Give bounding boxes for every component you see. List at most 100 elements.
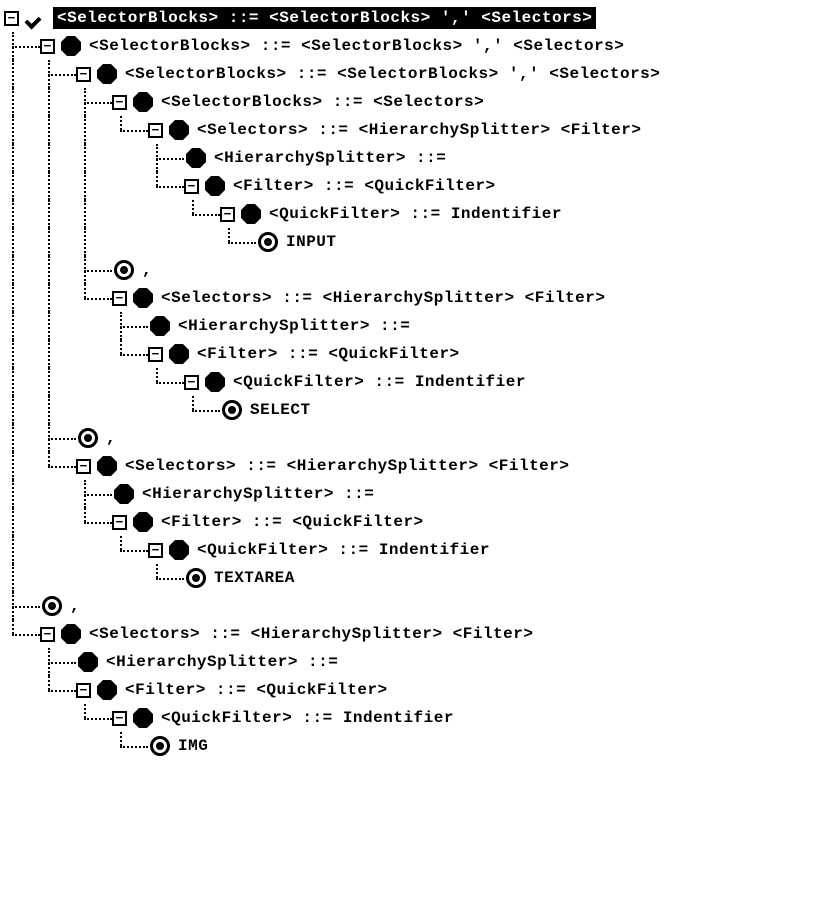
terminal-icon xyxy=(186,568,206,588)
tree-guide xyxy=(4,396,40,424)
rule-icon xyxy=(97,64,117,84)
rule-icon xyxy=(61,624,81,644)
tree-guide xyxy=(148,228,184,256)
terminal-icon xyxy=(150,736,170,756)
collapse-button[interactable] xyxy=(4,11,19,26)
tree-row[interactable]: <Selectors> ::= <HierarchySplitter> <Fil… xyxy=(4,284,839,312)
collapse-button[interactable] xyxy=(184,375,199,390)
tree-row[interactable]: <QuickFilter> ::= Indentifier xyxy=(4,704,839,732)
tree-guide xyxy=(220,228,256,256)
tree-guide xyxy=(76,368,112,396)
tree-row[interactable]: , xyxy=(4,592,839,620)
tree-row[interactable]: <HierarchySplitter> ::= xyxy=(4,648,839,676)
rule-icon xyxy=(97,456,117,476)
tree-guide xyxy=(148,368,184,396)
tree-row[interactable]: <QuickFilter> ::= Indentifier xyxy=(4,200,839,228)
node-label: <SelectorBlocks> ::= <Selectors> xyxy=(159,91,486,113)
tree-row[interactable]: <Filter> ::= <QuickFilter> xyxy=(4,676,839,704)
tree-guide xyxy=(76,88,112,116)
tree-guide xyxy=(4,648,40,676)
tree-guide xyxy=(40,536,76,564)
tree-row[interactable]: SELECT xyxy=(4,396,839,424)
rule-icon xyxy=(97,680,117,700)
collapse-button[interactable] xyxy=(76,67,91,82)
tree-row[interactable]: <SelectorBlocks> ::= <SelectorBlocks> ',… xyxy=(4,4,839,32)
tree-guide xyxy=(76,228,112,256)
rule-icon xyxy=(169,540,189,560)
tree-row[interactable]: <HierarchySplitter> ::= xyxy=(4,144,839,172)
tree-row[interactable]: <SelectorBlocks> ::= <Selectors> xyxy=(4,88,839,116)
tree-row[interactable]: <Filter> ::= <QuickFilter> xyxy=(4,172,839,200)
node-label: <HierarchySplitter> ::= xyxy=(104,651,340,673)
tree-guide xyxy=(184,228,220,256)
tree-row[interactable]: INPUT xyxy=(4,228,839,256)
collapse-button[interactable] xyxy=(148,543,163,558)
tree-guide xyxy=(4,116,40,144)
tree-guide xyxy=(4,172,40,200)
collapse-button[interactable] xyxy=(112,291,127,306)
rule-icon xyxy=(169,344,189,364)
tree-guide xyxy=(4,88,40,116)
tree-row[interactable]: <QuickFilter> ::= Indentifier xyxy=(4,368,839,396)
collapse-button[interactable] xyxy=(112,711,127,726)
node-label: , xyxy=(140,259,154,281)
tree-guide xyxy=(4,284,40,312)
collapse-button[interactable] xyxy=(112,515,127,530)
tree-row[interactable]: <SelectorBlocks> ::= <SelectorBlocks> ',… xyxy=(4,32,839,60)
terminal-icon xyxy=(78,428,98,448)
tree-row[interactable]: <HierarchySplitter> ::= xyxy=(4,480,839,508)
tree-row[interactable]: <HierarchySplitter> ::= xyxy=(4,312,839,340)
tree-row[interactable]: <Selectors> ::= <HierarchySplitter> <Fil… xyxy=(4,620,839,648)
collapse-button[interactable] xyxy=(184,179,199,194)
tree-row[interactable]: , xyxy=(4,424,839,452)
tree-guide xyxy=(4,508,40,536)
tree-row[interactable]: <QuickFilter> ::= Indentifier xyxy=(4,536,839,564)
tree-guide xyxy=(76,172,112,200)
node-label: <Filter> ::= <QuickFilter> xyxy=(231,175,498,197)
collapse-button[interactable] xyxy=(40,39,55,54)
tree-guide xyxy=(40,284,76,312)
tree-row[interactable]: <Filter> ::= <QuickFilter> xyxy=(4,340,839,368)
rule-icon xyxy=(169,120,189,140)
tree-guide xyxy=(76,116,112,144)
tree-guide xyxy=(40,424,76,452)
tree-row[interactable]: TEXTAREA xyxy=(4,564,839,592)
tree-guide xyxy=(184,396,220,424)
collapse-button[interactable] xyxy=(40,627,55,642)
tree-guide xyxy=(76,284,112,312)
tree-guide xyxy=(40,88,76,116)
collapse-button[interactable] xyxy=(76,459,91,474)
collapse-button[interactable] xyxy=(220,207,235,222)
rule-icon xyxy=(205,176,225,196)
tree-guide xyxy=(40,368,76,396)
tree-guide xyxy=(112,172,148,200)
collapse-button[interactable] xyxy=(148,347,163,362)
tree-guide xyxy=(148,564,184,592)
tree-row[interactable]: IMG xyxy=(4,732,839,760)
tree-guide xyxy=(40,648,76,676)
tree-guide xyxy=(148,144,184,172)
tree-guide xyxy=(40,732,76,760)
rule-icon xyxy=(61,36,81,56)
tree-guide xyxy=(76,312,112,340)
collapse-button[interactable] xyxy=(112,95,127,110)
terminal-icon xyxy=(258,232,278,252)
tree-row[interactable]: <Selectors> ::= <HierarchySplitter> <Fil… xyxy=(4,452,839,480)
grammar-tree: <SelectorBlocks> ::= <SelectorBlocks> ',… xyxy=(4,4,839,760)
tree-guide xyxy=(112,312,148,340)
tree-guide xyxy=(4,536,40,564)
tree-row[interactable]: , xyxy=(4,256,839,284)
node-label: IMG xyxy=(176,735,210,757)
rule-icon xyxy=(133,92,153,112)
tree-guide xyxy=(4,340,40,368)
collapse-button[interactable] xyxy=(148,123,163,138)
tree-guide xyxy=(112,144,148,172)
tree-row[interactable]: <SelectorBlocks> ::= <SelectorBlocks> ',… xyxy=(4,60,839,88)
tree-guide xyxy=(4,60,40,88)
tree-row[interactable]: <Filter> ::= <QuickFilter> xyxy=(4,508,839,536)
collapse-button[interactable] xyxy=(76,683,91,698)
tree-guide xyxy=(4,564,40,592)
rule-icon xyxy=(133,512,153,532)
rule-icon xyxy=(78,652,98,672)
tree-row[interactable]: <Selectors> ::= <HierarchySplitter> <Fil… xyxy=(4,116,839,144)
